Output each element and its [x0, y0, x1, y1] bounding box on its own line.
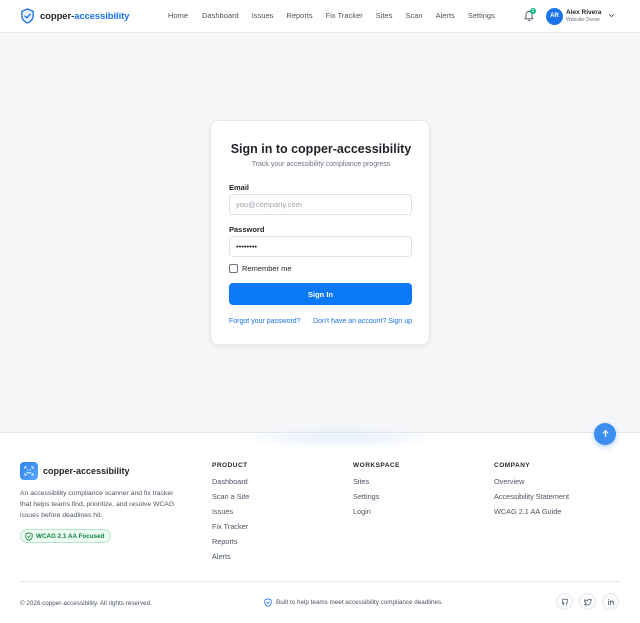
- forgot-password-link[interactable]: Forgot your password?: [229, 318, 301, 325]
- remember-me[interactable]: Remember me: [229, 264, 292, 273]
- footer-link-accessibility-statement[interactable]: Accessibility Statement: [494, 492, 569, 501]
- signup-link[interactable]: Don't have an account? Sign up: [313, 318, 412, 325]
- nav-sites[interactable]: Sites: [376, 11, 393, 20]
- footer-col-company-title: COMPANY: [494, 462, 531, 469]
- shield-check-icon: [264, 598, 272, 607]
- shield-check-icon: [25, 531, 33, 541]
- linkedin-icon[interactable]: [602, 593, 619, 610]
- footer-link-settings[interactable]: Settings: [353, 492, 379, 501]
- footer-col-workspace-title: WORKSPACE: [353, 462, 400, 469]
- password-label: Password: [229, 225, 265, 234]
- footer-link-fix-tracker[interactable]: Fix Tracker: [212, 522, 248, 531]
- remember-label: Remember me: [242, 264, 292, 273]
- main-nav: Home Dashboard Issues Reports Fix Tracke…: [168, 11, 495, 20]
- signin-button[interactable]: Sign In: [229, 283, 412, 305]
- nav-home[interactable]: Home: [168, 11, 188, 20]
- user-name[interactable]: Alex Rivera: [566, 9, 601, 16]
- footer-description: An accessibility compliance scanner and …: [20, 490, 175, 519]
- nav-reports[interactable]: Reports: [286, 11, 312, 20]
- linkedin-glyph: [607, 598, 614, 605]
- nav-fix-tracker[interactable]: Fix Tracker: [326, 11, 363, 20]
- top-navbar: copper-accessibility Home Dashboard Issu…: [0, 0, 640, 33]
- arrow-up-icon: [602, 430, 608, 438]
- nav-scan[interactable]: Scan: [405, 11, 422, 20]
- chevron-down-icon[interactable]: [608, 12, 615, 19]
- footer-link-overview[interactable]: Overview: [494, 477, 524, 486]
- built-note: Built to help teams meet accessibility c…: [264, 598, 443, 607]
- footer-divider: [20, 581, 620, 582]
- footer-link-sites[interactable]: Sites: [353, 477, 369, 486]
- footer-link-reports[interactable]: Reports: [212, 537, 238, 546]
- footer-brand: copper-accessibility: [43, 466, 130, 476]
- signin-card: Sign in to copper-accessibility Track yo…: [210, 120, 430, 345]
- email-label: Email: [229, 183, 250, 192]
- built-note-text: Built to help teams meet accessibility c…: [276, 599, 443, 606]
- brand-logo-link[interactable]: copper-accessibility: [20, 8, 129, 24]
- footer-col-product-title: PRODUCT: [212, 462, 248, 469]
- back-to-top-button[interactable]: [594, 423, 616, 445]
- footer-link-wcag-guide[interactable]: WCAG 2.1 AA Guide: [494, 507, 561, 516]
- email-field[interactable]: [229, 194, 412, 215]
- twitter-icon[interactable]: [579, 593, 596, 610]
- notification-badge: 1: [530, 8, 536, 14]
- remember-checkbox[interactable]: [229, 264, 238, 273]
- footer-link-scan-a-site[interactable]: Scan a Site: [212, 492, 249, 501]
- footer-link-alerts[interactable]: Alerts: [212, 552, 231, 561]
- shield-logo-icon: [21, 8, 34, 24]
- wcag-badge-label: WCAG 2.1 AA Focused: [36, 532, 105, 540]
- user-role: Website Owner: [566, 17, 601, 23]
- footer-glow: [230, 427, 450, 449]
- nav-settings[interactable]: Settings: [468, 11, 495, 20]
- user-avatar[interactable]: AR: [546, 8, 563, 25]
- github-glyph: [561, 598, 568, 605]
- password-field[interactable]: [229, 236, 412, 257]
- copyright-text: © 2026 copper-accessibility. All rights …: [20, 600, 152, 607]
- footer-link-dashboard[interactable]: Dashboard: [212, 477, 248, 486]
- brand-name: copper-accessibility: [40, 10, 130, 22]
- nav-issues[interactable]: Issues: [252, 11, 274, 20]
- twitter-glyph: [583, 598, 592, 605]
- footer-logo[interactable]: [20, 462, 38, 480]
- footer-link-login[interactable]: Login: [353, 507, 371, 516]
- nav-dashboard[interactable]: Dashboard: [202, 11, 239, 20]
- signin-subtitle: Track your accessibility compliance prog…: [251, 161, 391, 168]
- nav-alerts[interactable]: Alerts: [436, 11, 455, 20]
- signin-title: Sign in to copper-accessibility: [230, 142, 412, 156]
- scan-face-icon: [24, 466, 34, 476]
- github-icon[interactable]: [556, 593, 573, 610]
- footer-link-issues[interactable]: Issues: [212, 507, 233, 516]
- wcag-badge: WCAG 2.1 AA Focused: [20, 529, 112, 543]
- site-footer: copper-accessibility An accessibility co…: [0, 423, 640, 623]
